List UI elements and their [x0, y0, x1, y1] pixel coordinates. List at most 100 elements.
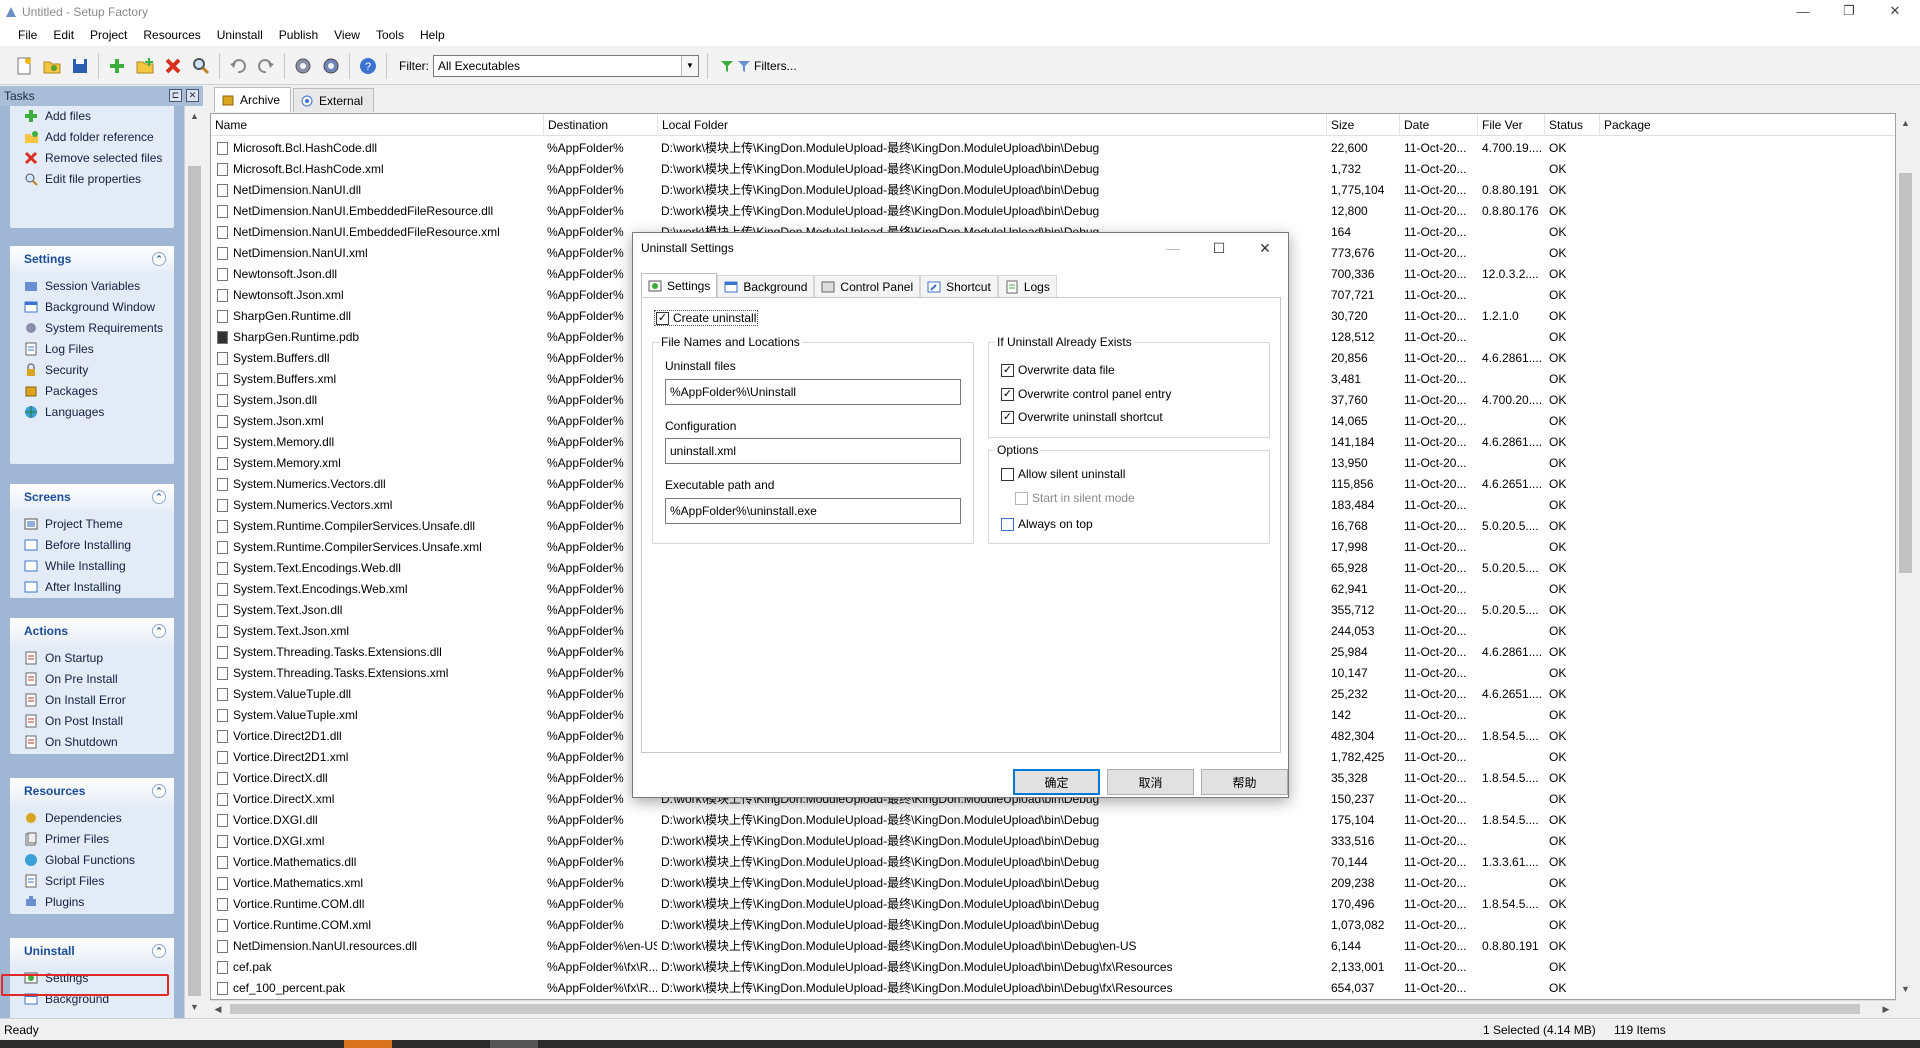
- column-header-destination[interactable]: Destination: [544, 114, 658, 136]
- open-project-button[interactable]: [38, 52, 66, 80]
- table-row[interactable]: cef.pak %AppFolder%\fx\R... D:\work\模块上传\K…: [211, 957, 1895, 978]
- table-row[interactable]: NetDimension.NanUI.resources.dll %AppFold…: [211, 936, 1895, 957]
- scroll-left-icon[interactable]: ◀: [210, 1001, 226, 1017]
- dialog-tab-logs[interactable]: Logs: [997, 275, 1057, 297]
- task-on-post-install[interactable]: On Post Install: [10, 711, 174, 732]
- task-background-window[interactable]: Background Window: [10, 297, 174, 318]
- minimize-button[interactable]: —: [1780, 0, 1826, 22]
- table-row[interactable]: NetDimension.NanUI.dll %AppFolder% D:\work…: [211, 180, 1895, 201]
- menu-publish[interactable]: Publish: [271, 24, 326, 46]
- help-button[interactable]: ?: [354, 52, 382, 80]
- task-security[interactable]: Security: [10, 360, 174, 381]
- dialog-minimize-button[interactable]: —: [1150, 233, 1196, 263]
- table-row[interactable]: NetDimension.NanUI.EmbeddedFileResource.…: [211, 201, 1895, 222]
- column-header-local-folder[interactable]: Local Folder: [658, 114, 1327, 136]
- task-before-installing[interactable]: Before Installing: [10, 535, 174, 556]
- table-row[interactable]: Vortice.Mathematics.xml %AppFolder% D:\wor…: [211, 873, 1895, 894]
- group-header-resources[interactable]: Resources ⌃: [10, 778, 174, 804]
- task-system-requirements[interactable]: System Requirements: [10, 318, 174, 339]
- task-dependencies[interactable]: Dependencies: [10, 808, 174, 829]
- file-list-scrollbar[interactable]: ▲ ▼: [1896, 113, 1915, 1000]
- task-add-files[interactable]: Add files: [10, 106, 174, 127]
- chevron-down-icon[interactable]: ▼: [681, 55, 698, 76]
- task-while-installing[interactable]: While Installing: [10, 556, 174, 577]
- taskbar-app[interactable]: [490, 1040, 538, 1048]
- table-row[interactable]: cef_100_percent.pak %AppFolder%\fx\R... D:…: [211, 978, 1895, 999]
- task-packages[interactable]: Packages: [10, 381, 174, 402]
- scroll-up-icon[interactable]: ▲: [185, 108, 204, 125]
- task-edit-properties[interactable]: Edit file properties: [10, 169, 174, 190]
- group-header-screens[interactable]: Screens ⌃: [10, 484, 174, 510]
- close-button[interactable]: ✕: [1872, 0, 1918, 22]
- add-files-button[interactable]: [103, 52, 131, 80]
- collapse-icon[interactable]: ⌃: [152, 252, 166, 266]
- filter-select[interactable]: All Executables ▼: [433, 54, 699, 77]
- column-header-package[interactable]: Package: [1600, 114, 1895, 136]
- table-row[interactable]: Vortice.Runtime.COM.xml %AppFolder% D:\wor…: [211, 915, 1895, 936]
- collapse-icon[interactable]: ⌃: [152, 784, 166, 798]
- task-plugins[interactable]: Plugins: [10, 892, 174, 913]
- undo-button[interactable]: [224, 52, 252, 80]
- filters-button[interactable]: Filters...: [720, 59, 797, 73]
- table-row[interactable]: Microsoft.Bcl.HashCode.dll %AppFolder% D:\…: [211, 138, 1895, 159]
- group-header-uninstall[interactable]: Uninstall ⌃: [10, 938, 174, 964]
- table-row[interactable]: Microsoft.Bcl.HashCode.xml %AppFolder% D:\…: [211, 159, 1895, 180]
- table-row[interactable]: Vortice.DXGI.xml %AppFolder% D:\work\模块上传\…: [211, 831, 1895, 852]
- group-header-settings[interactable]: Settings ⌃: [10, 246, 174, 272]
- menu-project[interactable]: Project: [82, 24, 135, 46]
- scroll-down-icon[interactable]: ▼: [185, 999, 204, 1016]
- redo-button[interactable]: [252, 52, 280, 80]
- menu-file[interactable]: File: [10, 24, 45, 46]
- overwrite-data-file-checkbox[interactable]: ✓ Overwrite data file: [1001, 363, 1115, 377]
- menu-tools[interactable]: Tools: [368, 24, 412, 46]
- group-header-actions[interactable]: Actions ⌃: [10, 618, 174, 644]
- scroll-down-icon[interactable]: ▼: [1896, 981, 1915, 998]
- task-on-install-error[interactable]: On Install Error: [10, 690, 174, 711]
- task-project-theme[interactable]: Project Theme: [10, 514, 174, 535]
- cancel-button[interactable]: 取消: [1107, 769, 1194, 795]
- table-row[interactable]: Vortice.DXGI.dll %AppFolder% D:\work\模块上传\…: [211, 810, 1895, 831]
- dialog-tab-control-panel[interactable]: Control Panel: [814, 275, 921, 297]
- scroll-thumb[interactable]: [188, 166, 201, 996]
- menu-view[interactable]: View: [326, 24, 368, 46]
- file-list-hscrollbar[interactable]: ◀ ▶: [210, 1000, 1896, 1016]
- scroll-right-icon[interactable]: ▶: [1878, 1001, 1894, 1017]
- scroll-up-icon[interactable]: ▲: [1896, 115, 1915, 132]
- task-session-variables[interactable]: Session Variables: [10, 276, 174, 297]
- create-uninstall-checkbox[interactable]: ✓ Create uninstall: [654, 310, 759, 326]
- dialog-tab-shortcut[interactable]: Shortcut: [920, 275, 998, 297]
- always-on-top-checkbox[interactable]: Always on top: [1001, 517, 1093, 531]
- build-button[interactable]: [289, 52, 317, 80]
- task-languages[interactable]: Languages: [10, 402, 174, 423]
- task-primer-files[interactable]: Primer Files: [10, 829, 174, 850]
- dialog-close-button[interactable]: ✕: [1242, 233, 1288, 263]
- hscroll-thumb[interactable]: [230, 1004, 1860, 1014]
- remove-button[interactable]: [159, 52, 187, 80]
- task-global-functions[interactable]: Global Functions: [10, 850, 174, 871]
- menu-uninstall[interactable]: Uninstall: [209, 24, 271, 46]
- task-after-installing[interactable]: After Installing: [10, 577, 174, 598]
- tab-external[interactable]: External: [293, 88, 375, 112]
- help-button[interactable]: 帮助: [1201, 769, 1288, 795]
- add-folder-button[interactable]: [131, 52, 159, 80]
- executable-path-input[interactable]: %AppFolder%\uninstall.exe: [665, 498, 961, 524]
- overwrite-shortcut-checkbox[interactable]: ✓ Overwrite uninstall shortcut: [1001, 410, 1163, 424]
- tasks-scrollbar[interactable]: ▲ ▼: [184, 106, 203, 1018]
- new-project-button[interactable]: [10, 52, 38, 80]
- dialog-tab-settings[interactable]: Settings: [641, 273, 718, 297]
- close-icon[interactable]: ✕: [186, 89, 199, 102]
- column-header-name[interactable]: Name: [211, 114, 544, 136]
- task-on-startup[interactable]: On Startup: [10, 648, 174, 669]
- menu-edit[interactable]: Edit: [45, 24, 82, 46]
- table-row[interactable]: Vortice.Runtime.COM.dll %AppFolder% D:\wor…: [211, 894, 1895, 915]
- overwrite-control-panel-checkbox[interactable]: ✓ Overwrite control panel entry: [1001, 387, 1171, 401]
- dialog-tab-background[interactable]: Background: [717, 275, 815, 297]
- column-header-file-ver[interactable]: File Ver: [1478, 114, 1545, 136]
- properties-button[interactable]: [187, 52, 215, 80]
- task-on-shutdown[interactable]: On Shutdown: [10, 732, 174, 753]
- task-add-folder[interactable]: Add folder reference: [10, 127, 174, 148]
- uninstall-files-input[interactable]: %AppFolder%\Uninstall: [665, 379, 961, 405]
- task-on-pre-install[interactable]: On Pre Install: [10, 669, 174, 690]
- dialog-maximize-button[interactable]: ☐: [1196, 233, 1242, 263]
- column-header-size[interactable]: Size: [1327, 114, 1400, 136]
